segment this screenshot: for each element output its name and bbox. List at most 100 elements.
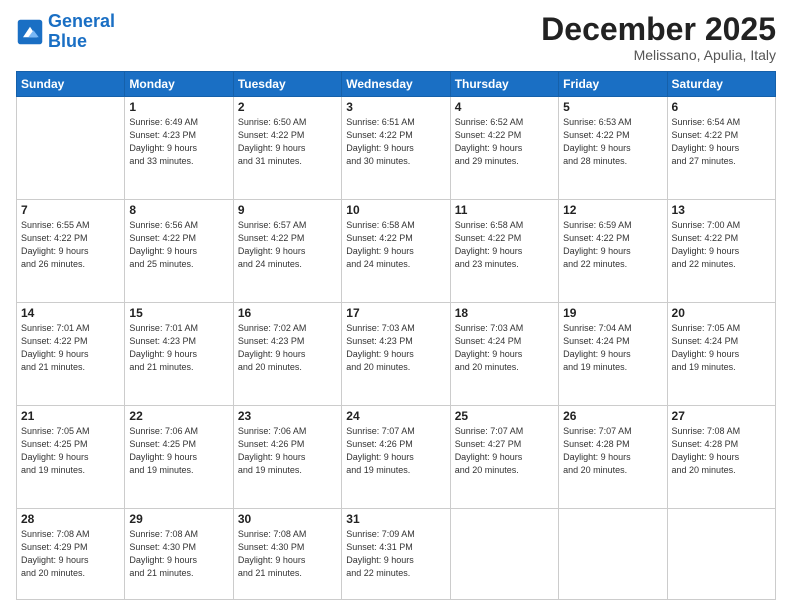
table-row: 28 Sunrise: 7:08 AMSunset: 4:29 PMDayligh…: [17, 508, 125, 599]
day-info: Sunrise: 6:50 AMSunset: 4:22 PMDaylight:…: [238, 116, 337, 168]
day-number: 26: [563, 409, 662, 423]
day-info: Sunrise: 7:03 AMSunset: 4:24 PMDaylight:…: [455, 322, 554, 374]
day-info: Sunrise: 6:54 AMSunset: 4:22 PMDaylight:…: [672, 116, 771, 168]
col-monday: Monday: [125, 72, 233, 97]
table-row: 7 Sunrise: 6:55 AMSunset: 4:22 PMDaylight…: [17, 200, 125, 303]
table-row: 4 Sunrise: 6:52 AMSunset: 4:22 PMDaylight…: [450, 97, 558, 200]
table-row: 8 Sunrise: 6:56 AMSunset: 4:22 PMDaylight…: [125, 200, 233, 303]
day-info: Sunrise: 7:04 AMSunset: 4:24 PMDaylight:…: [563, 322, 662, 374]
table-row: [559, 508, 667, 599]
day-number: 15: [129, 306, 228, 320]
day-info: Sunrise: 7:06 AMSunset: 4:25 PMDaylight:…: [129, 425, 228, 477]
day-info: Sunrise: 6:56 AMSunset: 4:22 PMDaylight:…: [129, 219, 228, 271]
table-row: 11 Sunrise: 6:58 AMSunset: 4:22 PMDayligh…: [450, 200, 558, 303]
table-row: 26 Sunrise: 7:07 AMSunset: 4:28 PMDayligh…: [559, 405, 667, 508]
day-info: Sunrise: 7:07 AMSunset: 4:28 PMDaylight:…: [563, 425, 662, 477]
day-info: Sunrise: 7:08 AMSunset: 4:30 PMDaylight:…: [238, 528, 337, 580]
table-row: 27Sunrise: 7:08 AMSunset: 4:28 PMDayligh…: [667, 405, 775, 508]
table-row: 9Sunrise: 6:57 AMSunset: 4:22 PMDaylight…: [233, 200, 341, 303]
day-number: 23: [238, 409, 337, 423]
table-row: 17Sunrise: 7:03 AMSunset: 4:23 PMDayligh…: [342, 302, 450, 405]
day-number: 8: [129, 203, 228, 217]
table-row: 21Sunrise: 7:05 AMSunset: 4:25 PMDayligh…: [17, 405, 125, 508]
day-info: Sunrise: 7:07 AMSunset: 4:26 PMDaylight:…: [346, 425, 445, 477]
title-block: December 2025 Melissano, Apulia, Italy: [541, 12, 776, 63]
header: General Blue December 2025 Melissano, Ap…: [16, 12, 776, 63]
calendar-week-row: 14 Sunrise: 7:01 AMSunset: 4:22 PMDayligh…: [17, 302, 776, 405]
table-row: 2 Sunrise: 6:50 AMSunset: 4:22 PMDaylight…: [233, 97, 341, 200]
col-sunday: Sunday: [17, 72, 125, 97]
day-info: Sunrise: 6:57 AMSunset: 4:22 PMDaylight:…: [238, 219, 337, 271]
table-row: 1 Sunrise: 6:49 AMSunset: 4:23 PMDaylight…: [125, 97, 233, 200]
day-info: Sunrise: 7:03 AMSunset: 4:23 PMDaylight:…: [346, 322, 445, 374]
day-number: 3: [346, 100, 445, 114]
table-row: 14 Sunrise: 7:01 AMSunset: 4:22 PMDayligh…: [17, 302, 125, 405]
day-info: Sunrise: 6:58 AMSunset: 4:22 PMDaylight:…: [455, 219, 554, 271]
day-info: Sunrise: 7:01 AMSunset: 4:22 PMDaylight:…: [21, 322, 120, 374]
day-info: Sunrise: 6:52 AMSunset: 4:22 PMDaylight:…: [455, 116, 554, 168]
day-number: 19: [563, 306, 662, 320]
day-info: Sunrise: 7:00 AMSunset: 4:22 PMDaylight:…: [672, 219, 771, 271]
day-info: Sunrise: 7:08 AMSunset: 4:28 PMDaylight:…: [672, 425, 771, 477]
day-info: Sunrise: 6:53 AMSunset: 4:22 PMDaylight:…: [563, 116, 662, 168]
logo-icon: [16, 18, 44, 46]
day-number: 2: [238, 100, 337, 114]
day-number: 1: [129, 100, 228, 114]
day-number: 28: [21, 512, 120, 526]
table-row: 20Sunrise: 7:05 AMSunset: 4:24 PMDayligh…: [667, 302, 775, 405]
logo: General Blue: [16, 12, 115, 52]
day-info: Sunrise: 7:01 AMSunset: 4:23 PMDaylight:…: [129, 322, 228, 374]
table-row: 19 Sunrise: 7:04 AMSunset: 4:24 PMDayligh…: [559, 302, 667, 405]
calendar-week-row: 28 Sunrise: 7:08 AMSunset: 4:29 PMDayligh…: [17, 508, 776, 599]
day-info: Sunrise: 6:59 AMSunset: 4:22 PMDaylight:…: [563, 219, 662, 271]
day-info: Sunrise: 6:49 AMSunset: 4:23 PMDaylight:…: [129, 116, 228, 168]
table-row: [667, 508, 775, 599]
day-number: 16: [238, 306, 337, 320]
calendar-table: Sunday Monday Tuesday Wednesday Thursday…: [16, 71, 776, 600]
day-number: 12: [563, 203, 662, 217]
day-info: Sunrise: 6:51 AMSunset: 4:22 PMDaylight:…: [346, 116, 445, 168]
day-number: 22: [129, 409, 228, 423]
day-number: 25: [455, 409, 554, 423]
col-thursday: Thursday: [450, 72, 558, 97]
day-info: Sunrise: 7:08 AMSunset: 4:29 PMDaylight:…: [21, 528, 120, 580]
day-number: 6: [672, 100, 771, 114]
day-number: 13: [672, 203, 771, 217]
table-row: 30 Sunrise: 7:08 AMSunset: 4:30 PMDayligh…: [233, 508, 341, 599]
table-row: 6 Sunrise: 6:54 AMSunset: 4:22 PMDaylight…: [667, 97, 775, 200]
logo-line1: General: [48, 11, 115, 31]
table-row: 3 Sunrise: 6:51 AMSunset: 4:22 PMDaylight…: [342, 97, 450, 200]
table-row: [17, 97, 125, 200]
calendar-week-row: 21Sunrise: 7:05 AMSunset: 4:25 PMDayligh…: [17, 405, 776, 508]
table-row: 12 Sunrise: 6:59 AMSunset: 4:22 PMDayligh…: [559, 200, 667, 303]
day-number: 31: [346, 512, 445, 526]
day-info: Sunrise: 7:09 AMSunset: 4:31 PMDaylight:…: [346, 528, 445, 580]
table-row: 5 Sunrise: 6:53 AMSunset: 4:22 PMDaylight…: [559, 97, 667, 200]
col-wednesday: Wednesday: [342, 72, 450, 97]
day-number: 14: [21, 306, 120, 320]
day-number: 24: [346, 409, 445, 423]
day-number: 11: [455, 203, 554, 217]
logo-line2: Blue: [48, 31, 87, 51]
day-number: 29: [129, 512, 228, 526]
table-row: 16 Sunrise: 7:02 AMSunset: 4:23 PMDayligh…: [233, 302, 341, 405]
table-row: 22 Sunrise: 7:06 AMSunset: 4:25 PMDayligh…: [125, 405, 233, 508]
day-info: Sunrise: 7:05 AMSunset: 4:25 PMDaylight:…: [21, 425, 120, 477]
table-row: 18Sunrise: 7:03 AMSunset: 4:24 PMDayligh…: [450, 302, 558, 405]
calendar-week-row: 1 Sunrise: 6:49 AMSunset: 4:23 PMDaylight…: [17, 97, 776, 200]
calendar-week-row: 7 Sunrise: 6:55 AMSunset: 4:22 PMDaylight…: [17, 200, 776, 303]
table-row: 23Sunrise: 7:06 AMSunset: 4:26 PMDayligh…: [233, 405, 341, 508]
table-row: 15 Sunrise: 7:01 AMSunset: 4:23 PMDayligh…: [125, 302, 233, 405]
day-info: Sunrise: 7:02 AMSunset: 4:23 PMDaylight:…: [238, 322, 337, 374]
logo-text: General Blue: [48, 12, 115, 52]
day-number: 30: [238, 512, 337, 526]
table-row: 24 Sunrise: 7:07 AMSunset: 4:26 PMDayligh…: [342, 405, 450, 508]
day-info: Sunrise: 7:07 AMSunset: 4:27 PMDaylight:…: [455, 425, 554, 477]
day-number: 4: [455, 100, 554, 114]
day-info: Sunrise: 6:55 AMSunset: 4:22 PMDaylight:…: [21, 219, 120, 271]
day-info: Sunrise: 7:05 AMSunset: 4:24 PMDaylight:…: [672, 322, 771, 374]
day-number: 7: [21, 203, 120, 217]
day-number: 5: [563, 100, 662, 114]
day-info: Sunrise: 6:58 AMSunset: 4:22 PMDaylight:…: [346, 219, 445, 271]
table-row: 29Sunrise: 7:08 AMSunset: 4:30 PMDayligh…: [125, 508, 233, 599]
